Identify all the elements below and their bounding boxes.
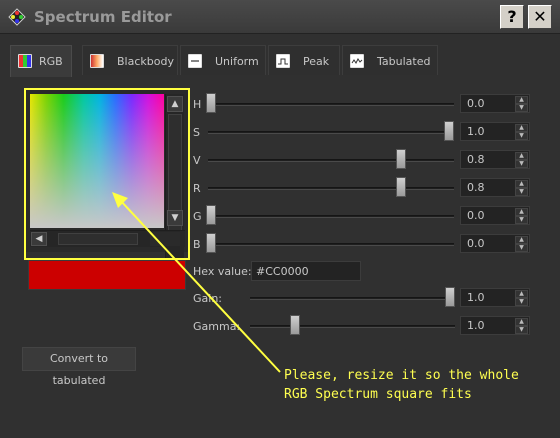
spin-up-icon[interactable]: ▲	[515, 290, 528, 298]
slider-label-g: G	[193, 210, 202, 223]
slider-label-h: H	[193, 98, 202, 111]
title-bar: Spectrum Editor ? ✕	[0, 0, 560, 34]
spin-up-icon[interactable]: ▲	[515, 124, 528, 132]
tab-blackbody[interactable]: Blackbody	[82, 45, 178, 75]
slider-track-v[interactable]	[208, 159, 454, 162]
annotation-highlight-box	[24, 88, 190, 260]
color-preview-swatch	[28, 260, 186, 290]
hex-value-field[interactable]: #CC0000	[251, 261, 361, 281]
peak-icon	[276, 54, 290, 68]
slider-label-s: S	[193, 126, 200, 139]
spinbox-h[interactable]: 0.0 ▲ ▼	[460, 94, 530, 113]
slider-label-v: V	[193, 154, 201, 167]
gain-spinbox[interactable]: 1.0 ▲ ▼	[460, 288, 530, 307]
spin-down-icon[interactable]: ▼	[515, 298, 528, 306]
spin-up-icon[interactable]: ▲	[515, 318, 528, 326]
slider-handle-h[interactable]	[206, 93, 216, 113]
gain-slider-track[interactable]	[250, 297, 455, 300]
annotation-text: Please, resize it so the whole RGB Spect…	[284, 368, 519, 402]
slider-track-b[interactable]	[208, 243, 454, 246]
spin-up-icon[interactable]: ▲	[515, 152, 528, 160]
gamma-spinbox[interactable]: 1.0 ▲ ▼	[460, 316, 530, 335]
spinbox-g[interactable]: 0.0 ▲ ▼	[460, 206, 530, 225]
slider-handle-g[interactable]	[206, 205, 216, 225]
spinbox-b[interactable]: 0.0 ▲ ▼	[460, 234, 530, 253]
rgb-icon	[18, 54, 32, 68]
spin-up-icon[interactable]: ▲	[515, 236, 528, 244]
tabulated-icon	[350, 54, 364, 68]
spinbox-v[interactable]: 0.8 ▲ ▼	[460, 150, 530, 169]
slider-label-b: B	[193, 238, 201, 251]
hex-value-label: Hex value:	[193, 265, 252, 278]
slider-track-r[interactable]	[208, 187, 454, 190]
tab-tabulated[interactable]: Tabulated	[342, 45, 438, 75]
spin-down-icon[interactable]: ▼	[515, 188, 528, 196]
spin-down-icon[interactable]: ▼	[515, 132, 528, 140]
spinbox-s[interactable]: 1.0 ▲ ▼	[460, 122, 530, 141]
tab-uniform[interactable]: Uniform	[180, 45, 266, 75]
spin-down-icon[interactable]: ▼	[515, 244, 528, 252]
gain-slider-handle[interactable]	[445, 287, 455, 307]
convert-to-tabulated-button[interactable]: Convert to tabulated	[22, 347, 136, 387]
spin-down-icon[interactable]: ▼	[515, 104, 528, 112]
slider-handle-v[interactable]	[396, 149, 407, 169]
slider-label-r: R	[193, 182, 201, 195]
spin-up-icon[interactable]: ▲	[515, 180, 528, 188]
spin-down-icon[interactable]: ▼	[515, 216, 528, 224]
gamma-slider-track[interactable]	[250, 325, 455, 328]
window-title: Spectrum Editor	[34, 8, 172, 26]
gain-label: Gain:	[193, 292, 222, 305]
close-button[interactable]: ✕	[528, 5, 552, 29]
gamma-label: Gamma:	[193, 320, 241, 333]
spinbox-r[interactable]: 0.8 ▲ ▼	[460, 178, 530, 197]
slider-handle-s[interactable]	[444, 121, 454, 141]
spin-down-icon[interactable]: ▼	[515, 326, 528, 334]
slider-handle-b[interactable]	[206, 233, 216, 253]
gamma-slider-handle[interactable]	[290, 315, 300, 335]
spin-down-icon[interactable]: ▼	[515, 160, 528, 168]
spin-up-icon[interactable]: ▲	[515, 208, 528, 216]
uniform-icon	[188, 54, 202, 68]
help-button[interactable]: ?	[500, 5, 524, 29]
tab-peak[interactable]: Peak	[268, 45, 340, 75]
slider-track-g[interactable]	[208, 215, 454, 218]
slider-handle-r[interactable]	[396, 177, 407, 197]
spin-up-icon[interactable]: ▲	[515, 96, 528, 104]
blackbody-icon	[90, 54, 104, 68]
app-logo-icon	[8, 8, 26, 26]
slider-track-s[interactable]	[208, 131, 454, 134]
slider-track-h[interactable]	[208, 103, 454, 106]
tab-rgb[interactable]: RGB	[10, 45, 72, 77]
